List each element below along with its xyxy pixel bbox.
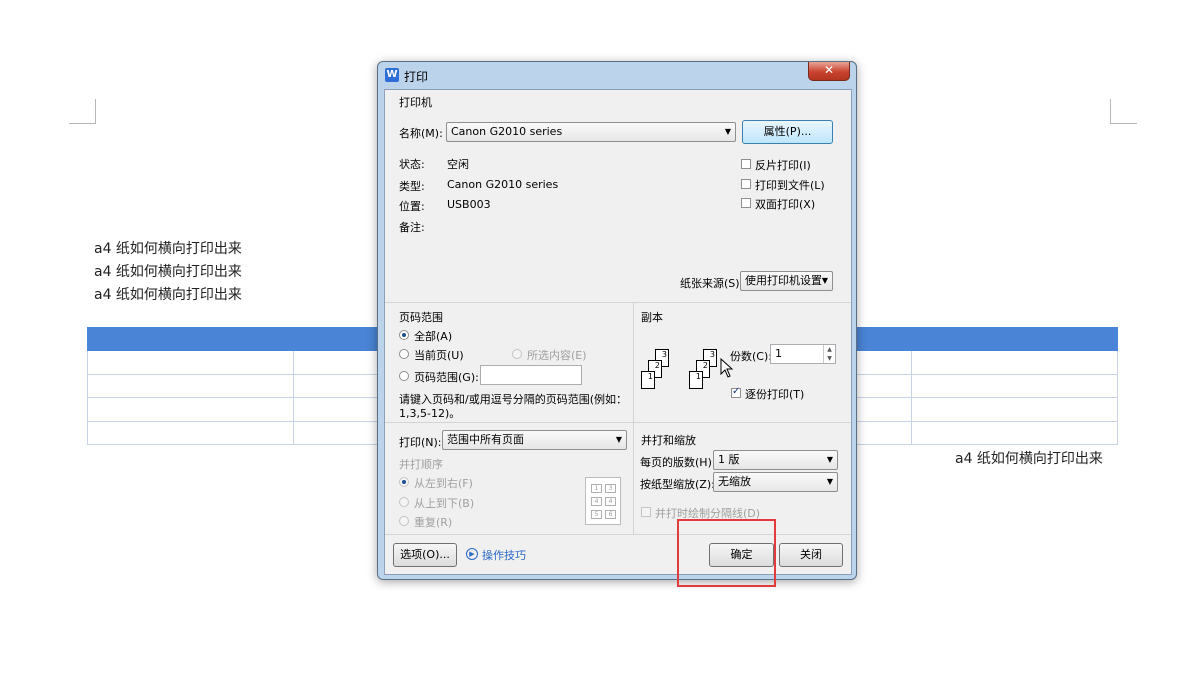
collate-label: 逐份打印(T) <box>745 388 805 401</box>
scale-to-paper-label: 按纸型缩放(Z): <box>640 478 715 491</box>
play-help-icon[interactable]: ▶ <box>466 548 478 560</box>
order-ttb-label: 从上到下(B) <box>414 497 475 510</box>
order-repeat-radio[interactable] <box>399 516 409 526</box>
order-ltr-radio[interactable] <box>399 477 409 487</box>
document-text-line: a4 纸如何横向打印出来 <box>955 451 1103 467</box>
pages-per-sheet-select[interactable]: 1 版 ▼ <box>713 450 838 470</box>
paper-source-select[interactable]: 使用打印机设置 ▼ <box>740 271 833 291</box>
pages-per-sheet-label: 每页的版数(H): <box>640 456 716 469</box>
page-corner-mark <box>1110 99 1137 124</box>
options-button[interactable]: 选项(O)... <box>393 543 457 567</box>
chevron-down-icon: ▼ <box>826 477 833 486</box>
divider <box>385 534 851 535</box>
order-cell: 6 <box>605 510 616 519</box>
document-text-line: a4 纸如何横向打印出来 <box>94 241 242 257</box>
chevron-down-icon: ▼ <box>821 276 828 285</box>
dialog-client-area: 打印机 名称(M): Canon G2010 series ▼ 属性(P)...… <box>384 89 852 575</box>
divider <box>385 422 851 423</box>
page-range-current-label: 当前页(U) <box>414 349 464 362</box>
paper-source-value: 使用打印机设置 <box>745 274 822 287</box>
page-range-pages-label: 页码范围(G): <box>414 371 479 384</box>
close-button[interactable]: 关闭 <box>779 543 843 567</box>
chevron-down-icon: ▼ <box>615 435 622 444</box>
duplex-checkbox[interactable] <box>741 198 751 208</box>
wps-writer-icon: W <box>385 68 399 82</box>
order-cell: 4 <box>605 497 616 506</box>
order-preview: 1 3 4 4 5 6 <box>585 477 621 525</box>
divider <box>633 422 634 534</box>
pages-per-sheet-value: 1 版 <box>718 453 740 466</box>
chevron-down-icon: ▼ <box>826 455 833 464</box>
page-corner-mark <box>69 99 96 124</box>
collate-checkbox[interactable] <box>731 386 741 398</box>
mouse-cursor-icon <box>720 358 734 378</box>
order-repeat-label: 重复(R) <box>414 516 453 529</box>
order-cell: 5 <box>591 510 602 519</box>
type-label: 类型: <box>399 180 425 193</box>
location-label: 位置: <box>399 200 425 213</box>
page-range-pages-radio[interactable] <box>399 371 409 381</box>
dialog-titlebar[interactable]: W 打印 ✕ <box>378 62 856 88</box>
reverse-print-label: 反片打印(I) <box>755 159 811 172</box>
document-text-line: a4 纸如何横向打印出来 <box>94 264 242 280</box>
printer-name-value: Canon G2010 series <box>451 125 563 138</box>
highlight-box <box>677 519 776 587</box>
close-icon[interactable]: ✕ <box>808 62 850 81</box>
page-sheet-icon: 1 <box>689 371 703 389</box>
scale-to-paper-select[interactable]: 无缩放 ▼ <box>713 472 838 492</box>
print-what-label: 打印(N): <box>399 436 442 449</box>
page-range-all-label: 全部(A) <box>414 330 453 343</box>
copies-section-title: 副本 <box>641 311 663 324</box>
order-cell: 1 <box>591 484 602 493</box>
properties-button[interactable]: 属性(P)... <box>742 120 833 144</box>
order-section-title: 并打顺序 <box>399 458 443 471</box>
draw-borders-checkbox[interactable] <box>641 507 651 517</box>
location-value: USB003 <box>447 198 491 211</box>
paper-source-label: 纸张来源(S): <box>680 277 744 290</box>
page-sheet-icon: 1 <box>641 371 655 389</box>
page-range-input[interactable] <box>480 365 582 385</box>
copies-count-label: 份数(C): <box>730 350 772 363</box>
reverse-print-checkbox[interactable] <box>741 159 751 169</box>
status-value: 空闲 <box>447 158 469 171</box>
print-to-file-checkbox[interactable] <box>741 179 751 189</box>
copies-count-value: 1 <box>775 347 782 360</box>
page-range-all-radio[interactable] <box>399 330 409 340</box>
print-dialog: W 打印 ✕ 打印机 名称(M): Canon G2010 series ▼ 属… <box>377 61 857 580</box>
spin-down-icon[interactable]: ▼ <box>823 354 835 363</box>
page-range-hint-example: 1,3,5-12)。 <box>399 407 461 420</box>
status-label: 状态: <box>399 158 425 171</box>
print-what-value: 范围中所有页面 <box>447 433 524 446</box>
printer-name-select[interactable]: Canon G2010 series ▼ <box>446 122 736 142</box>
order-ltr-label: 从左到右(F) <box>414 477 473 490</box>
page-range-current-radio[interactable] <box>399 349 409 359</box>
zoom-section-title: 并打和缩放 <box>641 434 696 447</box>
order-cell: 4 <box>591 497 602 506</box>
divider <box>385 302 851 303</box>
scale-to-paper-value: 无缩放 <box>718 475 751 488</box>
order-cell: 3 <box>605 484 616 493</box>
page-range-selection-radio[interactable] <box>512 349 522 359</box>
order-ttb-radio[interactable] <box>399 497 409 507</box>
page-range-selection-label: 所选内容(E) <box>527 349 587 362</box>
type-value: Canon G2010 series <box>447 178 559 191</box>
page-range-section-title: 页码范围 <box>399 311 443 324</box>
printer-name-label: 名称(M): <box>399 127 443 140</box>
dialog-title: 打印 <box>404 70 429 84</box>
duplex-label: 双面打印(X) <box>755 198 816 211</box>
print-to-file-label: 打印到文件(L) <box>755 179 825 192</box>
spin-up-icon[interactable]: ▲ <box>823 345 835 354</box>
divider <box>633 302 634 422</box>
comment-label: 备注: <box>399 221 425 234</box>
chevron-down-icon: ▼ <box>724 127 731 136</box>
document-text-line: a4 纸如何横向打印出来 <box>94 287 242 303</box>
print-what-select[interactable]: 范围中所有页面 ▼ <box>442 430 627 450</box>
printer-section-title: 打印机 <box>399 96 432 109</box>
tips-link[interactable]: 操作技巧 <box>482 547 526 563</box>
copies-count-input[interactable]: 1 ▲ ▼ <box>770 344 836 364</box>
